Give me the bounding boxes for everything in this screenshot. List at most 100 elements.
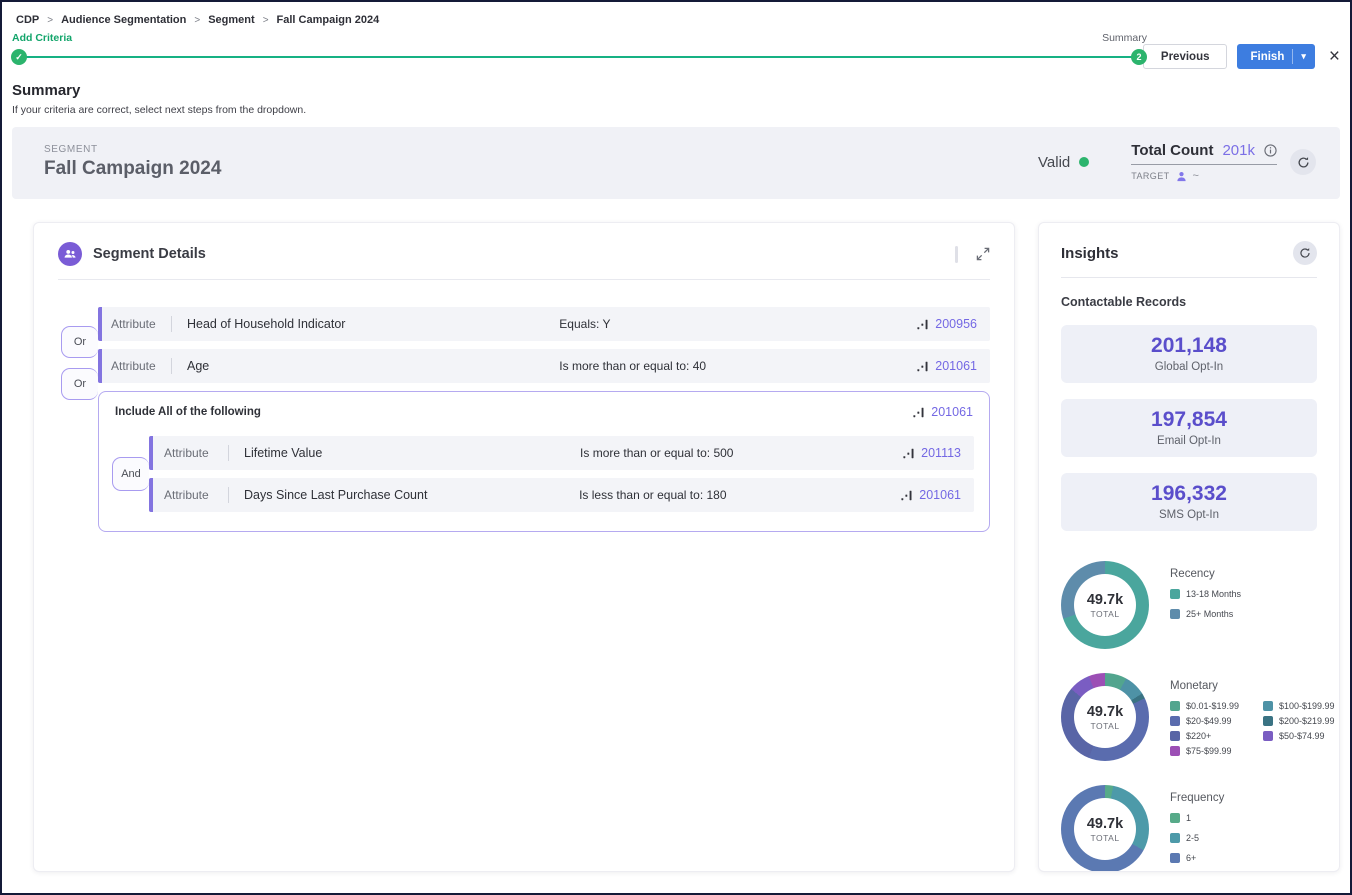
target-value: ~: [1193, 170, 1200, 182]
stat-label: Email Opt-In: [1067, 435, 1311, 447]
page-head: Summary If your criteria are correct, se…: [2, 72, 1350, 116]
breadcrumb-item-cdp[interactable]: CDP: [16, 14, 39, 26]
close-icon[interactable]: ×: [1329, 47, 1340, 66]
step-add-criteria-label: Add Criteria: [12, 32, 72, 44]
legend-swatch-icon: [1170, 853, 1180, 863]
breadcrumb-separator-icon: >: [47, 15, 53, 26]
legend-swatch-icon: [1263, 716, 1273, 726]
criteria-count[interactable]: 201061: [901, 488, 961, 502]
criteria-group-count[interactable]: 201061: [913, 405, 973, 419]
step-summary-circle[interactable]: 2: [1131, 49, 1147, 65]
criteria-count-value: 201061: [919, 488, 961, 502]
total-count-value[interactable]: 201k: [1222, 142, 1255, 159]
legend-title: Frequency: [1170, 792, 1224, 804]
criteria-group: Include All of the following 201061 Attr…: [98, 391, 990, 532]
criteria-attribute-name: Days Since Last Purchase Count: [244, 488, 579, 502]
step-add-criteria-check-icon[interactable]: ✓: [11, 49, 27, 65]
legend-title: Monetary: [1170, 680, 1340, 692]
criteria-row-lifetime-value: Attribute Lifetime Value Is more than or…: [149, 436, 974, 470]
criteria-attribute-name: Head of Household Indicator: [187, 317, 559, 331]
criteria-attribute-name: Age: [187, 359, 559, 373]
monetary-legend: Monetary $0.01-$19.99$20-$49.99$220+$75-…: [1170, 680, 1340, 761]
legend-label: 13-18 Months: [1186, 589, 1241, 599]
stat-value: 197,854: [1067, 408, 1311, 432]
chevron-down-icon[interactable]: ▾: [1301, 51, 1306, 62]
donut-total-label: TOTAL: [1090, 721, 1119, 731]
wizard-stepper: Add Criteria ✓ Summary 2 Previous Finish…: [2, 32, 1350, 72]
app-window: { "breadcrumb": { "separator": ">", "ite…: [0, 0, 1352, 895]
legend-title: Recency: [1170, 568, 1241, 580]
legend-item: 25+ Months: [1170, 609, 1241, 619]
person-icon[interactable]: [1176, 171, 1187, 182]
frequency-donut-chart[interactable]: 49.7k TOTAL: [1061, 785, 1149, 872]
breadcrumb-item-fall-campaign[interactable]: Fall Campaign 2024: [277, 14, 380, 26]
legend-swatch-icon: [1170, 746, 1180, 756]
donut-center: 49.7k TOTAL: [1074, 798, 1136, 860]
criteria-type-label: Attribute: [111, 359, 167, 373]
previous-button[interactable]: Previous: [1143, 44, 1228, 69]
donut-total-label: TOTAL: [1090, 833, 1119, 843]
total-count-block: Total Count 201k TARGET ~: [1131, 142, 1316, 182]
insights-title: Insights: [1061, 245, 1119, 262]
legend-label: $100-$199.99: [1279, 701, 1335, 711]
donut-row-monetary: 49.7k TOTAL Monetary $0.01-$19.99$20-$49…: [1061, 673, 1317, 761]
count-chart-icon: [903, 448, 914, 459]
stat-sms-opt-in: 196,332 SMS Opt-In: [1061, 473, 1317, 531]
legend-item: 13-18 Months: [1170, 589, 1241, 599]
criteria-tree: Attribute Head of Household Indicator Eq…: [58, 307, 990, 532]
segment-banner-right: Valid Total Count 201k TARGET: [1038, 142, 1316, 182]
segment-eyebrow: SEGMENT: [44, 144, 221, 155]
refresh-insights-button[interactable]: [1293, 241, 1317, 265]
segment-banner-left: SEGMENT Fall Campaign 2024: [44, 144, 221, 180]
count-chart-icon: [901, 490, 912, 501]
legend-label: 6+: [1186, 853, 1196, 863]
legend-label: 2-5: [1186, 833, 1199, 843]
donut-total-value: 49.7k: [1087, 592, 1123, 608]
legend-label: $220+: [1186, 731, 1211, 741]
criteria-row-age: Attribute Age Is more than or equal to: …: [98, 349, 990, 383]
legend-swatch-icon: [1170, 609, 1180, 619]
criteria-divider: [171, 316, 172, 332]
criteria-count[interactable]: 201061: [917, 359, 977, 373]
criteria-count[interactable]: 201113: [903, 446, 961, 460]
legend-item: $200-$219.99: [1263, 716, 1340, 726]
legend-swatch-icon: [1263, 701, 1273, 711]
insights-header: Insights: [1061, 241, 1317, 265]
legend-swatch-icon: [1170, 589, 1180, 599]
finish-button-label: Finish: [1250, 51, 1284, 63]
criteria-type-label: Attribute: [164, 488, 224, 502]
legend-item: $100-$199.99: [1263, 701, 1340, 711]
total-count-line: Total Count 201k: [1131, 142, 1277, 165]
target-line: TARGET ~: [1131, 170, 1277, 182]
breadcrumb-item-segment[interactable]: Segment: [208, 14, 254, 26]
refresh-count-button[interactable]: [1290, 149, 1316, 175]
segment-details-title: Segment Details: [93, 246, 206, 262]
stat-value: 196,332: [1067, 482, 1311, 506]
breadcrumb-item-audience-segmentation[interactable]: Audience Segmentation: [61, 14, 186, 26]
criteria-group-header: Include All of the following 201061: [99, 405, 989, 419]
main-content: Segment Details Attribute Head of Househ…: [2, 222, 1350, 872]
criteria-divider: [228, 445, 229, 461]
insights-donuts: 49.7k TOTAL Recency 13-18 Months 25+ Mont…: [1061, 561, 1317, 872]
stepper-progress-line: [20, 56, 1135, 58]
info-icon[interactable]: [1264, 144, 1277, 157]
total-count-label: Total Count: [1131, 142, 1213, 159]
breadcrumb-separator-icon: >: [263, 15, 269, 26]
finish-button[interactable]: Finish ▾: [1237, 44, 1314, 69]
criteria-row-head-of-household: Attribute Head of Household Indicator Eq…: [98, 307, 990, 341]
legend-item: $220+: [1170, 731, 1253, 741]
segment-details-controls: [955, 246, 990, 263]
legend-swatch-icon: [1170, 833, 1180, 843]
header-divider: [955, 246, 958, 263]
recency-donut-chart[interactable]: 49.7k TOTAL: [1061, 561, 1149, 649]
step-summary-label: Summary: [1047, 32, 1147, 44]
segment-group-icon: [58, 242, 82, 266]
monetary-donut-chart[interactable]: 49.7k TOTAL: [1061, 673, 1149, 761]
expand-icon[interactable]: [976, 247, 990, 261]
criteria-attribute-name: Lifetime Value: [244, 446, 580, 460]
criteria-count[interactable]: 200956: [917, 317, 977, 331]
segment-banner: SEGMENT Fall Campaign 2024 Valid Total C…: [12, 127, 1340, 199]
donut-total-value: 49.7k: [1087, 816, 1123, 832]
status-dot-icon: [1079, 157, 1089, 167]
header-rule: [58, 279, 990, 280]
